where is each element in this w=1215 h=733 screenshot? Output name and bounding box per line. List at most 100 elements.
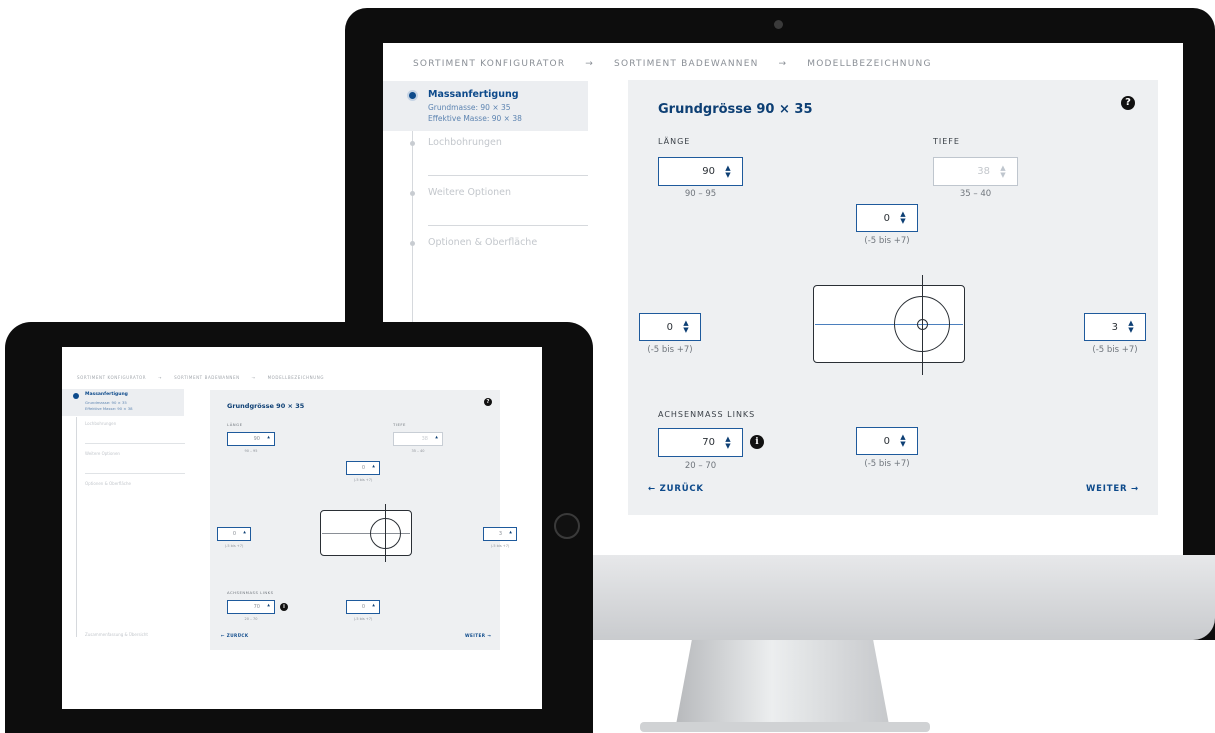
- achsenmass-range: 20 – 70: [684, 461, 717, 471]
- info-icon[interactable]: i: [750, 435, 764, 449]
- next-button[interactable]: WEITER →: [1086, 484, 1139, 494]
- back-button[interactable]: ← ZURÜCK: [221, 633, 249, 638]
- back-button[interactable]: ← ZURÜCK: [648, 484, 704, 494]
- tiefe-stepper: 38 ▲: [393, 432, 443, 446]
- offset-left-range: (-5 bis +7): [647, 345, 693, 355]
- drain-inner-circle: [917, 319, 928, 330]
- updown-arrows-icon: ▲: [267, 603, 270, 607]
- breadcrumb-item-badewannen[interactable]: SORTIMENT BADEWANNEN: [614, 59, 759, 69]
- step-weitere-optionen[interactable]: Weitere Optionen: [85, 451, 120, 456]
- offset-bottom-stepper[interactable]: 0 ▲ ▼: [856, 427, 918, 455]
- tiefe-range: 35 – 40: [411, 449, 425, 453]
- help-icon[interactable]: ?: [484, 398, 492, 406]
- step-dot-icon: [410, 141, 415, 146]
- arrow-right-icon: →: [158, 375, 163, 380]
- step-optionen-oberflaeche[interactable]: Optionen & Oberfläche: [383, 231, 588, 261]
- updown-arrows-icon[interactable]: ▲ ▼: [898, 434, 908, 448]
- offset-bottom-range: (-5 bis +7): [353, 617, 373, 621]
- offset-left-range: (-5 bis +7): [224, 544, 244, 548]
- divider: [85, 443, 185, 444]
- laenge-label: LÄNGE: [658, 137, 691, 146]
- step-dot-icon: [410, 241, 415, 246]
- offset-top-value: 0: [883, 212, 890, 224]
- updown-arrows-icon: ▲: [435, 435, 438, 439]
- step-title: Optionen & Oberfläche: [428, 237, 538, 248]
- updown-arrows-icon: ▲: [509, 530, 512, 534]
- laenge-stepper[interactable]: 90 ▲: [227, 432, 275, 446]
- updown-arrows-icon[interactable]: ▲ ▼: [898, 211, 908, 225]
- updown-arrows-icon[interactable]: ▲ ▼: [723, 164, 733, 179]
- offset-right-range: (-5 bis +7): [1092, 345, 1138, 355]
- offset-bottom-range: (-5 bis +7): [864, 459, 910, 469]
- info-icon[interactable]: i: [280, 603, 288, 611]
- achsenmass-label: ACHSENMASS LINKS: [658, 410, 756, 419]
- updown-arrows-icon[interactable]: ▲ ▼: [723, 435, 733, 450]
- offset-left-stepper[interactable]: 0 ▲: [217, 527, 251, 541]
- step-title: Massanfertigung: [428, 89, 519, 100]
- imac-stand-neck: [675, 638, 890, 730]
- offset-right-value: 3: [1111, 321, 1118, 333]
- dimension-panel: Grundgrösse 90 × 35 ? LÄNGE 90 ▲ ▼ 90 – 9…: [628, 80, 1158, 515]
- breadcrumb: SORTIMENT KONFIGURATOR → SORTIMENT BADEW…: [77, 375, 324, 380]
- updown-arrows-icon[interactable]: ▲ ▼: [1126, 320, 1136, 334]
- laenge-value: 90: [702, 166, 715, 177]
- offset-left-value: 0: [666, 321, 673, 333]
- step-weitere-optionen[interactable]: Weitere Optionen: [383, 181, 588, 226]
- laenge-stepper[interactable]: 90 ▲ ▼: [658, 157, 743, 186]
- achsenmass-label: ACHSENMASS LINKS: [227, 590, 274, 595]
- breadcrumb-item-badewannen[interactable]: SORTIMENT BADEWANNEN: [174, 375, 240, 380]
- offset-top-range: (-5 bis +7): [864, 236, 910, 246]
- updown-arrows-icon: ▲: [372, 464, 375, 468]
- tiefe-label: TIEFE: [933, 137, 960, 146]
- drain-outer-circle: [370, 518, 401, 549]
- achsenmass-stepper[interactable]: 70 ▲: [227, 600, 275, 614]
- step-title: Lochbohrungen: [428, 137, 502, 148]
- achsenmass-stepper[interactable]: 70 ▲ ▼: [658, 428, 743, 457]
- laenge-range: 90 – 95: [684, 189, 717, 199]
- offset-bottom-stepper[interactable]: 0 ▲: [346, 600, 380, 614]
- breadcrumb-item-modell[interactable]: MODELLBEZEICHNUNG: [268, 375, 324, 380]
- step-subtitle: Effektive Masse: 90 × 38: [85, 406, 133, 411]
- offset-top-stepper[interactable]: 0 ▲ ▼: [856, 204, 918, 232]
- step-active-dot-icon: [407, 90, 418, 101]
- steps-timeline: [76, 417, 77, 637]
- updown-arrows-icon[interactable]: ▲ ▼: [681, 320, 691, 334]
- laenge-range: 90 – 95: [244, 449, 258, 453]
- offset-right-stepper[interactable]: 3 ▲: [483, 527, 517, 541]
- offset-left-stepper[interactable]: 0 ▲ ▼: [639, 313, 701, 341]
- step-optionen-oberflaeche[interactable]: Optionen & Oberfläche: [85, 481, 131, 486]
- tiefe-stepper: 38 ▲ ▼: [933, 157, 1018, 186]
- step-massanfertigung[interactable]: Massanfertigung Grundmasse: 90 × 35 Effe…: [383, 81, 588, 131]
- offset-top-range: (-5 bis +7): [353, 478, 373, 482]
- panel-title: Grundgrösse 90 × 35: [658, 102, 813, 117]
- offset-right-stepper[interactable]: 3 ▲ ▼: [1084, 313, 1146, 341]
- divider: [428, 225, 588, 226]
- offset-bottom-value: 0: [883, 435, 890, 447]
- step-subtitle: Effektive Masse: 90 × 38: [428, 114, 522, 123]
- breadcrumb-item-konfigurator[interactable]: SORTIMENT KONFIGURATOR: [413, 59, 565, 69]
- updown-arrows-icon: ▲: [267, 435, 270, 439]
- step-lochbohrungen[interactable]: Lochbohrungen: [85, 421, 116, 426]
- imac-stand-foot: [640, 722, 930, 732]
- tiefe-label: TIEFE: [393, 422, 406, 427]
- updown-arrows-icon: ▲: [372, 603, 375, 607]
- step-title: Weitere Optionen: [428, 187, 512, 198]
- breadcrumb-item-konfigurator[interactable]: SORTIMENT KONFIGURATOR: [77, 375, 146, 380]
- divider: [85, 473, 185, 474]
- help-icon[interactable]: ?: [1121, 96, 1135, 110]
- next-button[interactable]: WEITER →: [465, 633, 491, 638]
- panel-title: Grundgrösse 90 × 35: [227, 402, 305, 410]
- step-zusammenfassung[interactable]: Zusammenfassung & Übersicht: [85, 632, 148, 637]
- step-title: Massanfertigung: [85, 392, 128, 397]
- offset-top-stepper[interactable]: 0 ▲: [346, 461, 380, 475]
- divider: [428, 175, 588, 176]
- arrow-right-icon: →: [778, 59, 788, 69]
- tiefe-value: 38: [977, 166, 990, 177]
- camera-icon: [774, 20, 783, 29]
- breadcrumb-item-modell[interactable]: MODELLBEZEICHNUNG: [807, 59, 931, 69]
- step-lochbohrungen[interactable]: Lochbohrungen: [383, 131, 588, 176]
- breadcrumb: SORTIMENT KONFIGURATOR → SORTIMENT BADEW…: [413, 59, 932, 69]
- step-subtitle: Grundmasse: 90 × 35: [85, 400, 127, 405]
- home-button-icon: [554, 513, 580, 539]
- dimension-panel: Grundgrösse 90 × 35 ? LÄNGE 90 ▲ 90 – 95 …: [210, 390, 517, 650]
